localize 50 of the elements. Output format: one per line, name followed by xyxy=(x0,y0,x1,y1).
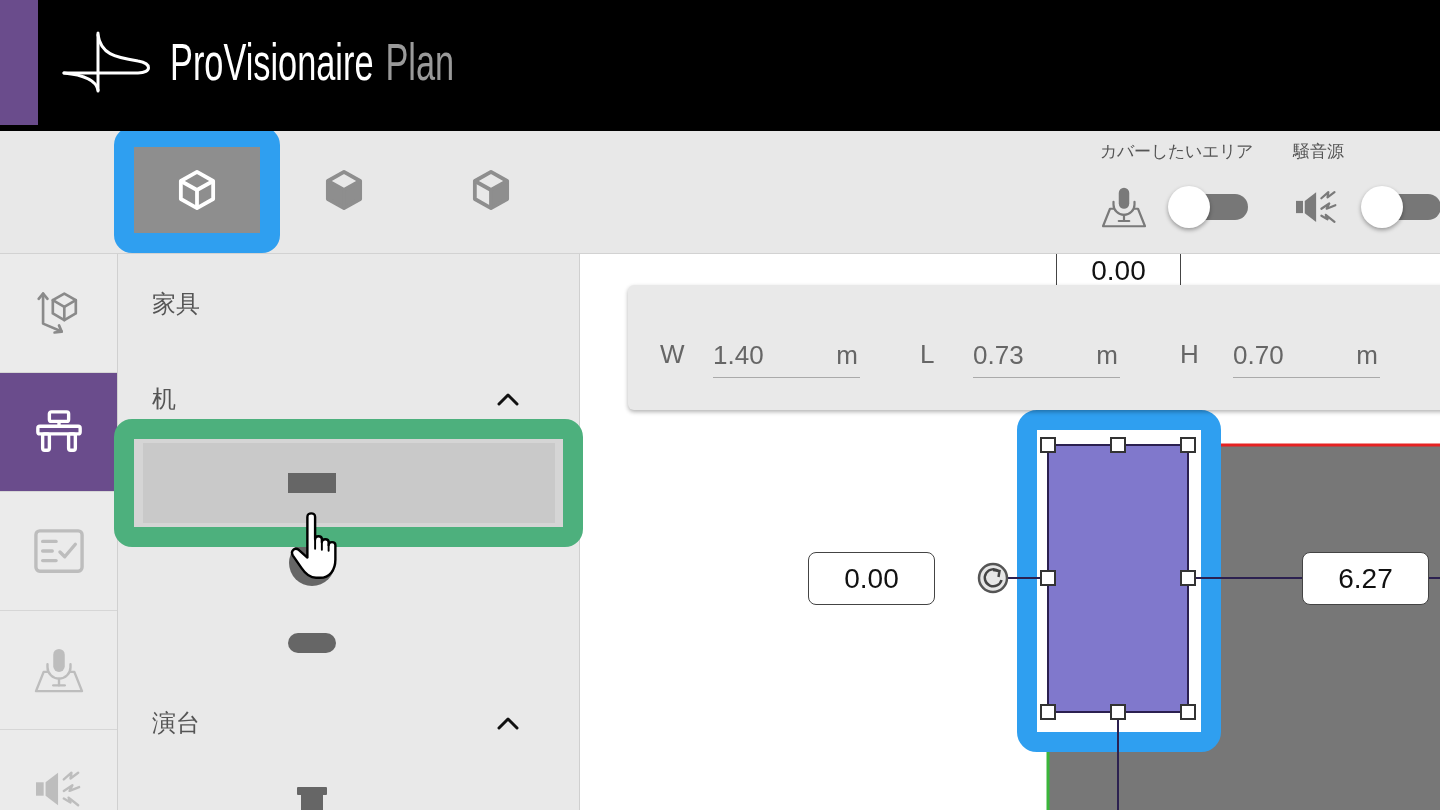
offset-field[interactable]: 0.00 xyxy=(808,552,935,605)
resize-handle[interactable] xyxy=(1180,437,1196,453)
cube-icon xyxy=(472,169,510,211)
rotate-icon[interactable] xyxy=(977,562,1009,594)
size-label: W xyxy=(660,338,686,371)
offset-field[interactable]: 0.00 xyxy=(1056,254,1181,285)
rectangle-icon xyxy=(288,473,336,493)
category-label: 机 xyxy=(152,384,176,414)
resize-handle[interactable] xyxy=(1180,704,1196,720)
size-input[interactable]: 0.73 xyxy=(973,336,1073,375)
brand-name: ProVisionaire xyxy=(170,36,374,88)
cube-icon xyxy=(178,169,216,211)
resize-handle[interactable] xyxy=(1180,570,1196,586)
resize-handle[interactable] xyxy=(1040,437,1056,453)
product-name: Plan xyxy=(385,36,455,88)
furniture-shape[interactable] xyxy=(1047,444,1189,713)
section-title: 家具 xyxy=(152,289,201,319)
sidebar-tab[interactable] xyxy=(0,373,117,492)
pill-icon xyxy=(288,633,336,653)
logo-mark-icon xyxy=(60,30,152,94)
resize-handle[interactable] xyxy=(1110,437,1126,453)
view-tab[interactable] xyxy=(134,147,260,233)
size-label: L xyxy=(920,338,936,371)
offset-field[interactable]: 6.27 xyxy=(1302,552,1429,605)
toggle-switch[interactable] xyxy=(1361,185,1440,229)
resize-handle[interactable] xyxy=(1040,704,1056,720)
size-field[interactable]: 1.40 m xyxy=(713,334,860,378)
chevron-up-icon[interactable] xyxy=(497,716,519,730)
unit-label: m xyxy=(836,339,859,372)
microphone-area-icon xyxy=(33,647,84,693)
chevron-up-icon[interactable] xyxy=(497,392,519,406)
layer-label: 騒音源 xyxy=(1293,141,1345,163)
toggle-switch[interactable] xyxy=(1168,185,1248,229)
size-input[interactable]: 0.70 xyxy=(1233,336,1333,375)
category-label: 演台 xyxy=(152,708,200,738)
unit-label: m xyxy=(1096,339,1119,372)
resize-handle[interactable] xyxy=(1110,704,1126,720)
size-field[interactable]: 0.70 m xyxy=(1233,334,1380,378)
microphone-area-icon xyxy=(1100,186,1148,228)
unit-label: m xyxy=(1356,339,1379,372)
resize-handle[interactable] xyxy=(1040,570,1056,586)
checklist-icon xyxy=(33,528,84,574)
size-field[interactable]: 0.73 m xyxy=(973,334,1120,378)
desk-icon xyxy=(33,409,84,455)
dimension-line xyxy=(1428,577,1440,579)
cube-icon xyxy=(325,169,363,211)
furniture-item[interactable] xyxy=(143,443,555,523)
size-input[interactable]: 1.40 xyxy=(713,336,813,375)
size-label: H xyxy=(1180,338,1200,371)
layer-label: カバーしたいエリア xyxy=(1100,141,1253,163)
